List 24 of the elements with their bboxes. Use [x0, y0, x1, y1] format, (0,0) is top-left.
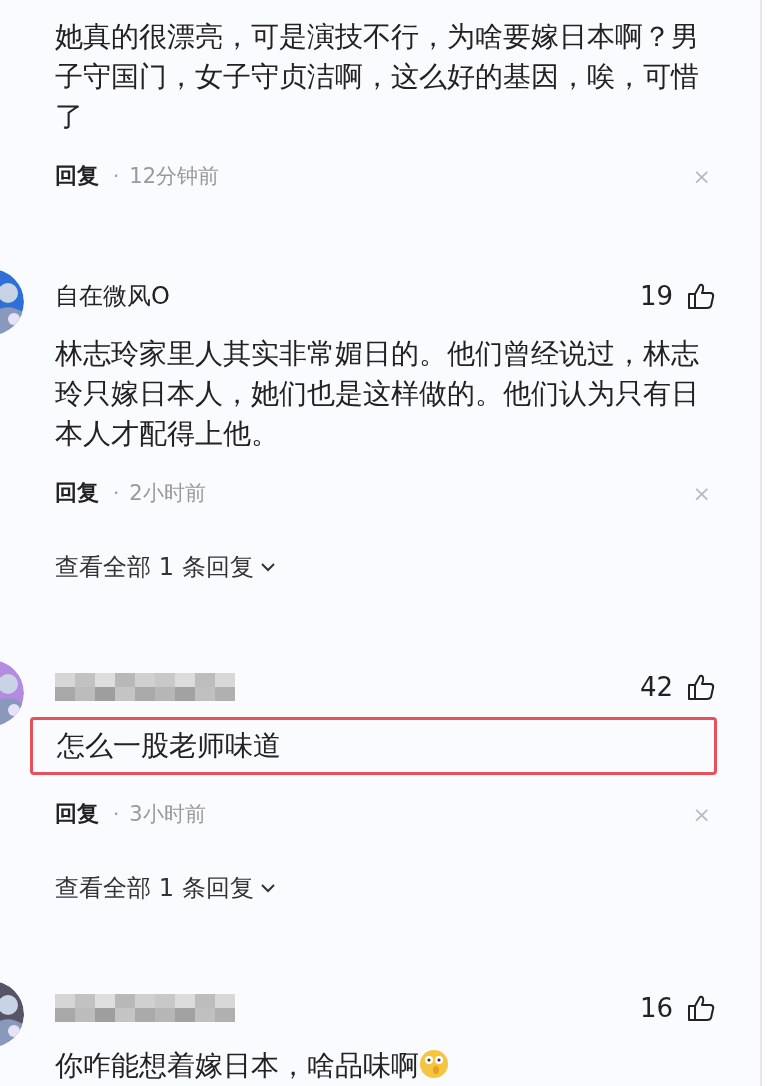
view-replies-link[interactable]: 查看全部 1 条回复 [55, 868, 276, 908]
comment-text: 林志玲家里人其实非常媚日的。他们曾经说过，林志玲只嫁日本人，她们也是这样做的。他们认为只有日本人才配得上他。 [55, 336, 700, 452]
chevron-down-icon [259, 562, 276, 572]
view-replies-link[interactable]: 查看全部 1 条回复 [55, 547, 276, 587]
timestamp: 2小时前 [129, 480, 206, 507]
thumbs-up-icon[interactable] [687, 994, 715, 1022]
comment-text: 怎么一股老师味道 [30, 717, 717, 775]
reply-link[interactable]: 回复 [55, 478, 99, 508]
comment-text: 你咋能想着嫁日本，啥品味啊 [55, 1046, 705, 1086]
separator-dot: · [113, 481, 120, 505]
separator-dot: · [113, 164, 120, 188]
username[interactable]: 自在微风O [55, 280, 170, 312]
thumbs-up-icon[interactable] [687, 282, 715, 310]
separator-dot: · [113, 802, 120, 826]
reply-link[interactable]: 回复 [55, 799, 99, 829]
timestamp: 3小时前 [129, 801, 206, 828]
thumbs-up-icon[interactable] [687, 673, 715, 701]
like-count: 19 [639, 281, 673, 311]
chevron-down-icon [259, 883, 276, 893]
timestamp: 12分钟前 [129, 163, 220, 190]
reply-link[interactable]: 回复 [55, 161, 99, 191]
like-count: 16 [639, 993, 673, 1023]
comment-text: 她真的很漂亮，可是演技不行，为啥要嫁日本啊？男子守国门，女子守贞洁啊，这么好的基因，唉，可惜了 [55, 19, 700, 135]
like-count: 42 [639, 672, 673, 702]
